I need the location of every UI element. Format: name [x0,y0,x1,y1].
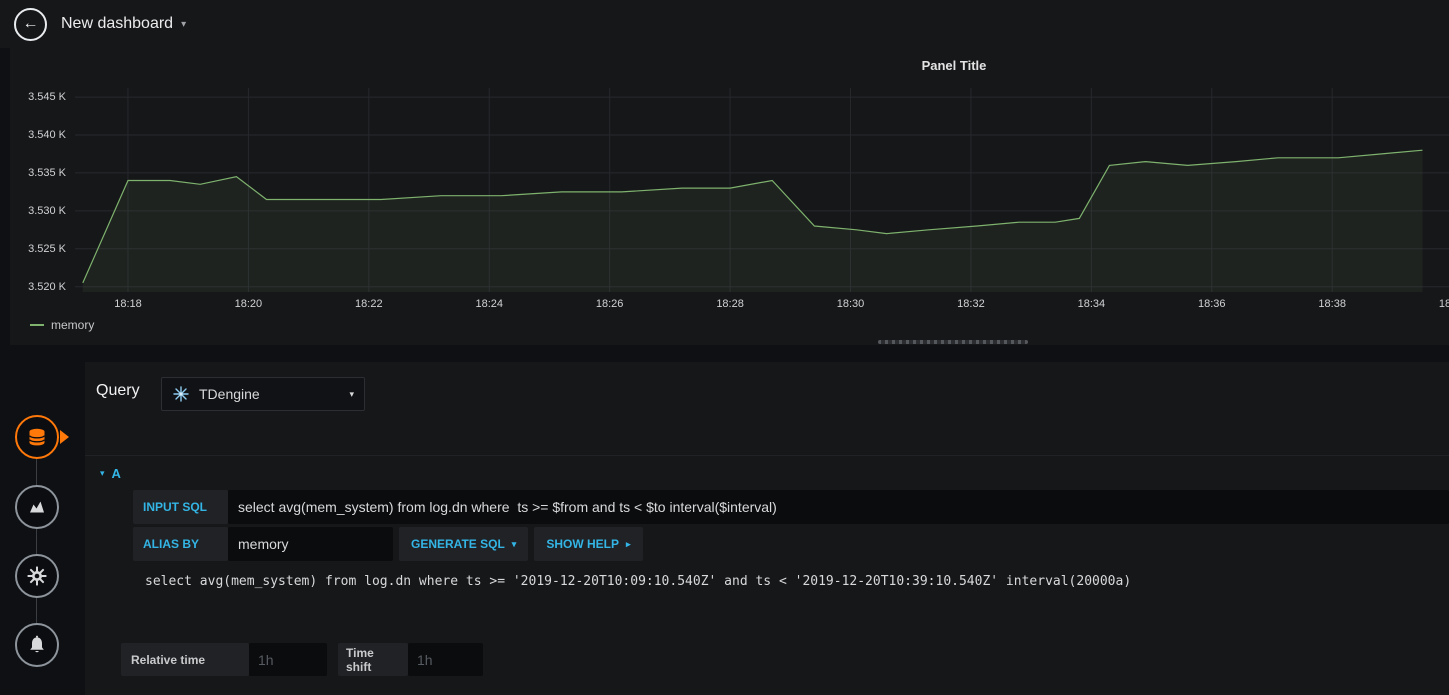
chevron-down-icon: ▾ [100,467,105,478]
chevron-right-icon: ▸ [626,538,631,549]
chevron-down-icon[interactable]: ▾ [181,19,186,30]
graph-panel: Panel Title 3.545 K 3.540 K 3.535 K 3.530 K… [10,48,1449,345]
panel-title[interactable]: Panel Title [904,58,1004,73]
tab-queries[interactable] [15,415,59,459]
chevron-down-icon: ▾ [349,388,354,399]
datasource-name: TDengine [199,386,260,402]
chevron-down-icon: ▾ [511,538,517,549]
legend-item-memory[interactable]: memory [30,318,94,332]
query-ref-id: A [111,465,121,481]
arrow-left-icon: ← [22,15,39,32]
x-tick-label: 18:40 [1438,298,1449,310]
query-ref-toggle[interactable]: ▾ A [85,456,1449,484]
generate-sql-button[interactable]: GENERATE SQL ▾ [399,527,529,561]
tab-rail-connector [36,437,37,645]
x-tick-label: 18:38 [1318,298,1346,310]
time-shift-field[interactable] [408,643,483,676]
horizontal-scrollbar-thumb[interactable] [878,340,1028,344]
alias-by-row: ALIAS BY GENERATE SQL ▾ SHOW HELP ▸ [133,527,1449,561]
y-tick-label: 3.540 K [28,129,66,142]
datasource-picker[interactable]: TDengine ▾ [161,377,365,411]
database-icon [29,428,45,446]
query-row-section: ▾ A INPUT SQL ALIAS BY GENERATE SQL ▾ SH… [85,455,1449,589]
tab-visualization[interactable] [15,485,59,529]
x-tick-label: 18:18 [114,298,142,310]
legend-swatch [30,324,44,326]
input-sql-row: INPUT SQL [133,490,1449,524]
bell-icon [30,635,44,653]
y-tick-label: 3.535 K [28,166,66,179]
chart-icon [30,501,44,513]
x-tick-label: 18:24 [475,298,503,310]
generate-sql-label: GENERATE SQL [411,537,505,551]
top-navbar: ← New dashboard ▾ [0,0,1449,48]
tab-general[interactable] [15,554,59,598]
query-editor-content: Query TDengine ▾ ▾ A INPUT SQL select av… [85,362,1449,695]
show-help-button[interactable]: SHOW HELP ▸ [534,527,643,561]
dashboard-title[interactable]: New dashboard [61,15,173,33]
x-tick-label: 18:22 [355,298,383,310]
x-tick-label: 18:26 [595,298,624,310]
generated-sql-preview: select avg(mem_system) from log.dn where… [145,574,1132,589]
panel-editor: Query TDengine ▾ ▾ A INPUT SQL select av… [0,345,1449,695]
x-tick-label: 18:34 [1077,298,1106,310]
gear-icon [27,566,47,586]
tab-alert[interactable] [15,623,59,667]
alias-by-label: ALIAS BY [133,527,228,561]
alias-by-field[interactable] [228,527,393,561]
legend-label: memory [51,318,95,332]
section-title: Query [96,382,140,399]
input-sql-field[interactable] [228,490,1449,524]
y-tick-label: 3.520 K [28,280,66,293]
x-tick-label: 18:30 [836,298,865,310]
y-axis-labels: 3.545 K 3.540 K 3.535 K 3.530 K 3.525 K 3.520… [10,88,68,293]
show-help-label: SHOW HELP [546,537,619,551]
x-axis-labels: 18:18 18:20 18:22 18:24 18:26 18:28 18:30 18:32… [75,298,1449,314]
x-tick-label: 18:20 [234,298,263,310]
time-shift-label: Time shift [338,643,408,676]
input-sql-label: INPUT SQL [133,490,228,524]
y-tick-label: 3.545 K [28,91,66,104]
x-tick-label: 18:32 [957,298,985,310]
time-options-row: Relative time Time shift [121,643,483,676]
relative-time-label: Relative time [121,643,249,676]
relative-time-field[interactable] [249,643,327,676]
tdengine-star-icon [173,386,189,402]
x-tick-label: 18:28 [716,298,744,310]
active-tab-arrow-icon [60,430,69,444]
back-button[interactable]: ← [14,7,47,41]
y-tick-label: 3.530 K [28,204,66,217]
x-tick-label: 18:36 [1198,298,1226,310]
chart-plot[interactable] [75,88,1449,292]
y-tick-label: 3.525 K [28,242,66,255]
